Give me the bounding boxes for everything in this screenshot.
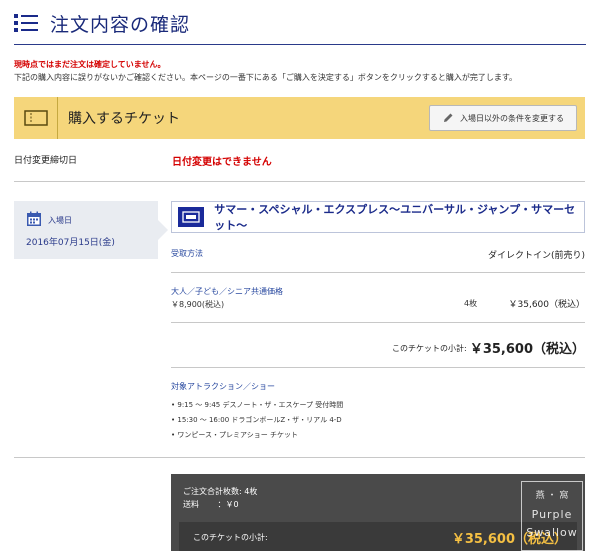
- entry-date-label: 入場日: [48, 216, 72, 225]
- unit-price: ￥8,900(税込): [171, 300, 225, 309]
- list-item: 15:30 〜 16:00 ドラゴンボールZ・ザ・リアル 4-D: [171, 414, 343, 429]
- ticket-section-title: 購入するチケット: [68, 111, 180, 127]
- ticket-icon: [14, 97, 58, 139]
- list-item: 9:15 〜 9:45 デスノート・ザ・エスケープ 受付時間: [171, 399, 343, 414]
- deadline-label: 日付変更締切日: [14, 156, 78, 166]
- page-header: 注文内容の確認: [14, 8, 190, 38]
- divider: [171, 322, 585, 323]
- shipping: 送料 ：￥0: [183, 499, 239, 510]
- subtotal-label: このチケットの小計:: [392, 344, 467, 353]
- change-conditions-button[interactable]: 入場日以外の条件を変更する: [429, 105, 577, 131]
- divider: [14, 181, 585, 182]
- product-header: サマー・スペシャル・エクスプレス〜ユニバーサル・ジャンプ・サマーセット〜: [171, 201, 585, 233]
- entry-date-box: 入場日 2016年07月15日(金): [14, 201, 168, 259]
- shipping-label: 送料: [183, 500, 199, 509]
- pencil-icon: [442, 112, 454, 124]
- attractions-title: 対象アトラクション／ショー: [171, 382, 275, 391]
- order-count: ご注文合計枚数: 4枚: [183, 486, 257, 497]
- warning-text: 現時点ではまだ注文は確定していません。: [14, 60, 166, 69]
- page-title: 注文内容の確認: [50, 13, 191, 36]
- watermark: 燕 ・ 窩 Purple Swallow: [521, 481, 583, 551]
- subtotal-value: ￥35,600（税込）: [469, 342, 585, 357]
- ticket-quantity: 4枚: [464, 299, 478, 308]
- entry-date-value: 2016年07月15日(金): [26, 238, 115, 248]
- list-icon: [14, 13, 38, 33]
- shipping-value: ：￥0: [217, 500, 239, 509]
- order-count-value: 4枚: [244, 487, 258, 496]
- ticket-section-banner: 購入するチケット 入場日以外の条件を変更する: [14, 97, 585, 139]
- ticket-card-icon: [178, 207, 205, 227]
- calendar-icon: [26, 211, 42, 231]
- watermark-line: Purple: [531, 508, 573, 521]
- receipt-method-label: 受取方法: [171, 249, 203, 258]
- price-type-label: 大人／子ども／シニア共通価格: [171, 287, 283, 296]
- deadline-value: 日付変更はできません: [172, 157, 272, 168]
- watermark-line: Swallow: [526, 526, 578, 539]
- change-conditions-label: 入場日以外の条件を変更する: [460, 113, 564, 123]
- summary-subtotal-row: このチケットの小計: ￥35,600（税込）: [179, 522, 577, 551]
- attractions-list: 9:15 〜 9:45 デスノート・ザ・エスケープ 受付時間 15:30 〜 1…: [171, 399, 343, 444]
- divider: [171, 367, 585, 368]
- header-divider: [14, 44, 586, 45]
- receipt-method-value: ダイレクトイン(前売り): [487, 251, 585, 261]
- summary-subtotal-label: このチケットの小計:: [193, 533, 268, 542]
- divider: [171, 272, 585, 273]
- line-total: ￥35,600（税込）: [508, 300, 586, 310]
- divider: [14, 457, 585, 458]
- instruction-text: 下記の購入内容に誤りがないかご確認ください。本ページの一番下にある「ご購入を決定…: [14, 73, 518, 82]
- product-name: サマー・スペシャル・エクスプレス〜ユニバーサル・ジャンプ・サマーセット〜: [214, 203, 576, 232]
- list-item: ワンピース・プレミアショー チケット: [171, 429, 343, 444]
- watermark-line: 燕 ・ 窩: [535, 491, 569, 501]
- order-count-label: ご注文合計枚数:: [183, 487, 242, 496]
